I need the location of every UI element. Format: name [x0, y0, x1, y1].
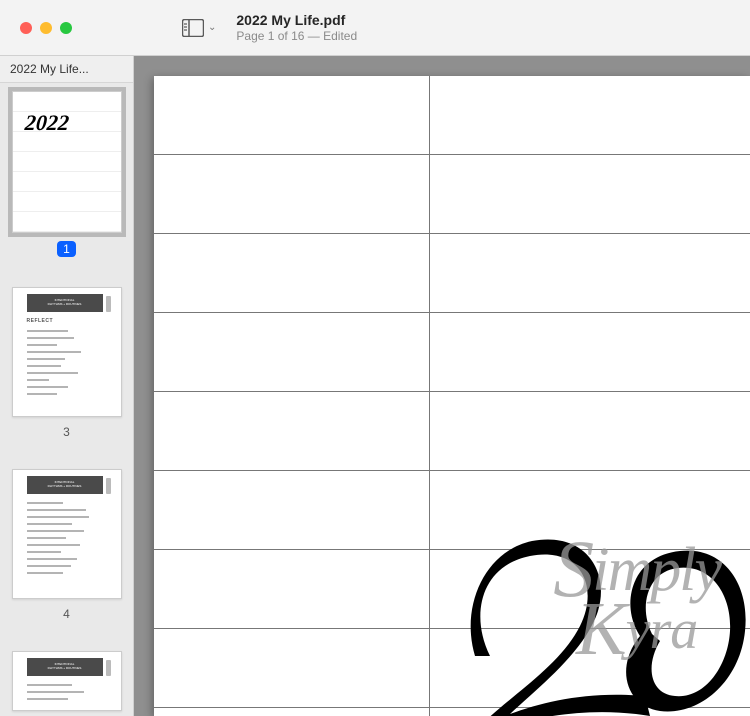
page-view[interactable]: Simply Kyra [154, 76, 750, 716]
minimize-window-button[interactable] [40, 22, 52, 34]
page-number-badge: 4 [63, 607, 70, 621]
document-title: 2022 My Life.pdf [236, 12, 357, 28]
thumbnail-header: INTENTIONAL RHYTHMS + ROUTINES [27, 658, 103, 676]
thumbnail-item[interactable]: 2022 1 [8, 91, 125, 257]
thumbnail-text-lines [27, 330, 103, 395]
thumbnails-sidebar: 2022 My Life... 2022 1 INTENTIONAL RHYTH… [0, 56, 134, 716]
tab-label: 2022 My Life... [10, 62, 89, 76]
view-mode-button[interactable]: ⌄ [182, 19, 216, 37]
thumbnail-item[interactable]: INTENTIONAL RHYTHMS + ROUTINES REFLECT [8, 287, 125, 439]
spiral-icon [106, 478, 111, 494]
document-subtitle: Page 1 of 16 — Edited [236, 29, 357, 43]
thumbnail-page-3[interactable]: INTENTIONAL RHYTHMS + ROUTINES REFLECT [12, 287, 122, 417]
thumbnail-item[interactable]: INTENTIONAL RHYTHMS + ROUTINES [8, 651, 125, 711]
close-window-button[interactable] [20, 22, 32, 34]
chevron-down-icon: ⌄ [208, 22, 216, 33]
thumbnail-text-lines [27, 502, 103, 574]
zoom-window-button[interactable] [60, 22, 72, 34]
thumbnail-page-4[interactable]: INTENTIONAL RHYTHMS + ROUTINES [12, 469, 122, 599]
thumbnail-item[interactable]: INTENTIONAL RHYTHMS + ROUTINES [8, 469, 125, 621]
spiral-icon [106, 296, 111, 312]
thumbnail-page-1[interactable]: 2022 [12, 91, 122, 233]
tab-bar[interactable]: 2022 My Life... [0, 56, 133, 83]
thumbnail-page-partial[interactable]: INTENTIONAL RHYTHMS + ROUTINES [12, 651, 122, 711]
thumbnail-script-text: 2022 [23, 110, 69, 136]
sidebar-view-icon [182, 19, 204, 37]
page-number-badge: 3 [63, 425, 70, 439]
content-area[interactable]: Simply Kyra [134, 56, 750, 716]
page-vertical-line [429, 76, 430, 716]
main-area: 2022 My Life... 2022 1 INTENTIONAL RHYTH… [0, 56, 750, 716]
page-number-badge: 1 [57, 241, 76, 257]
thumbnail-header: INTENTIONAL RHYTHMS + ROUTINES [27, 294, 103, 312]
thumbnail-subhead: REFLECT [27, 318, 54, 324]
thumbnail-header: INTENTIONAL RHYTHMS + ROUTINES [27, 476, 103, 494]
thumbnail-text-lines [27, 684, 103, 700]
thumbnails-list[interactable]: 2022 1 INTENTIONAL RHYTHMS + ROUTINES RE… [0, 83, 133, 716]
toolbar: ⌄ 2022 My Life.pdf Page 1 of 16 — Edited [0, 0, 750, 56]
title-area: 2022 My Life.pdf Page 1 of 16 — Edited [236, 12, 357, 43]
window-controls [0, 22, 92, 34]
page-ruled-lines [154, 76, 750, 716]
spiral-icon [106, 660, 111, 676]
